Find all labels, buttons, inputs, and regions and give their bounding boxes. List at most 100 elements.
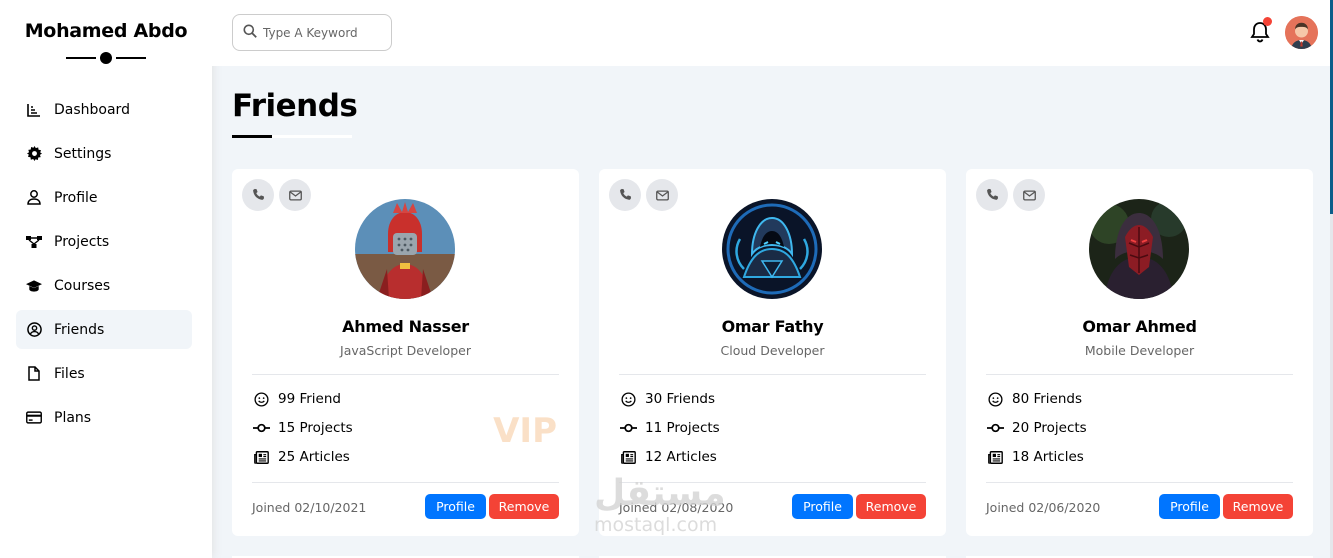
projects-count-label: 15 Projects xyxy=(278,420,353,436)
watermark: مستقل mostaql.com xyxy=(594,476,726,537)
call-button[interactable] xyxy=(242,179,274,211)
divider xyxy=(986,374,1293,375)
sidebar-item-projects[interactable]: Projects xyxy=(16,222,192,261)
friends-count-label: 99 Friend xyxy=(278,391,341,407)
friend-avatar xyxy=(1089,199,1189,299)
diagram-icon xyxy=(26,234,42,250)
friends-count: 80 Friends xyxy=(986,390,1082,408)
sidebar-item-label: Files xyxy=(54,365,85,382)
phone-icon xyxy=(986,186,999,205)
friend-name: Omar Fathy xyxy=(721,317,824,336)
friends-count: 99 Friend xyxy=(252,390,341,408)
friend-card: Omar Ahmed Mobile Developer 80 Friends 2… xyxy=(966,169,1313,536)
envelope-icon xyxy=(288,186,302,205)
friend-role: JavaScript Developer xyxy=(340,343,471,358)
search-box[interactable] xyxy=(232,14,392,51)
watermark-latin: mostaql.com xyxy=(594,514,718,536)
friends-count-label: 30 Friends xyxy=(645,391,716,407)
email-button[interactable] xyxy=(279,179,311,211)
sidebar-nav: Dashboard Settings Profile Projects Cour… xyxy=(0,90,212,437)
articles-count-label: 18 Articles xyxy=(1012,449,1084,465)
friend-name: Omar Ahmed xyxy=(1082,317,1197,336)
code-commit-icon xyxy=(252,419,270,437)
sidebar-item-label: Profile xyxy=(54,189,98,206)
joined-date: Joined 02/10/2021 xyxy=(252,500,367,515)
bell-icon xyxy=(1250,22,1270,47)
projects-count: 20 Projects xyxy=(986,419,1087,437)
articles-count: 25 Articles xyxy=(252,448,350,466)
divider xyxy=(619,374,926,375)
gear-icon xyxy=(26,146,42,162)
search-icon xyxy=(243,23,257,42)
articles-count-label: 25 Articles xyxy=(278,449,350,465)
newspaper-icon xyxy=(619,448,637,466)
file-icon xyxy=(26,366,42,382)
remove-button[interactable]: Remove xyxy=(1223,494,1293,519)
projects-count: 15 Projects xyxy=(252,419,353,437)
phone-icon xyxy=(252,186,265,205)
newspaper-icon xyxy=(986,448,1004,466)
sidebar-item-friends[interactable]: Friends xyxy=(16,310,192,349)
smile-icon xyxy=(619,390,637,408)
projects-count: 11 Projects xyxy=(619,419,720,437)
sidebar-item-dashboard[interactable]: Dashboard xyxy=(16,90,192,129)
chart-icon xyxy=(26,102,42,118)
credit-card-icon xyxy=(26,410,42,426)
profile-button[interactable]: Profile xyxy=(425,494,486,519)
friends-grid: Ahmed Nasser JavaScript Developer 99 Fri… xyxy=(232,169,1313,536)
remove-button[interactable]: Remove xyxy=(489,494,559,519)
brand-decoration xyxy=(66,52,146,64)
sidebar-item-label: Settings xyxy=(54,145,112,162)
title-underline-accent xyxy=(232,135,272,138)
sidebar-item-files[interactable]: Files xyxy=(16,354,192,393)
sidebar-item-label: Plans xyxy=(54,409,92,426)
vip-badge: VIP xyxy=(493,411,557,451)
code-commit-icon xyxy=(619,419,637,437)
divider xyxy=(252,482,559,483)
envelope-icon xyxy=(655,186,669,205)
articles-count-label: 12 Articles xyxy=(645,449,717,465)
search-input[interactable] xyxy=(263,25,383,40)
graduation-cap-icon xyxy=(26,278,42,294)
joined-date: Joined 02/06/2020 xyxy=(986,500,1101,515)
articles-count: 12 Articles xyxy=(619,448,717,466)
friend-avatar xyxy=(722,199,822,299)
divider xyxy=(986,482,1293,483)
notification-badge xyxy=(1263,17,1272,26)
profile-button[interactable]: Profile xyxy=(1159,494,1220,519)
projects-count-label: 20 Projects xyxy=(1012,420,1087,436)
page-title: Friends xyxy=(232,88,358,124)
notifications-button[interactable] xyxy=(1250,17,1272,43)
sidebar-item-courses[interactable]: Courses xyxy=(16,266,192,305)
friend-role: Mobile Developer xyxy=(1084,343,1195,358)
friend-avatar xyxy=(355,199,455,299)
sidebar-item-profile[interactable]: Profile xyxy=(16,178,192,217)
friends-count: 30 Friends xyxy=(619,390,715,408)
phone-icon xyxy=(619,186,632,205)
user-icon xyxy=(26,190,42,206)
friend-role: Cloud Developer xyxy=(720,343,825,358)
email-button[interactable] xyxy=(1013,179,1045,211)
code-commit-icon xyxy=(986,419,1004,437)
smile-icon xyxy=(252,390,270,408)
remove-button[interactable]: Remove xyxy=(856,494,926,519)
call-button[interactable] xyxy=(609,179,641,211)
sidebar-item-settings[interactable]: Settings xyxy=(16,134,192,173)
sidebar-item-plans[interactable]: Plans xyxy=(16,398,192,437)
user-circle-icon xyxy=(26,322,42,338)
profile-button[interactable]: Profile xyxy=(792,494,853,519)
friend-card: Ahmed Nasser JavaScript Developer 99 Fri… xyxy=(232,169,579,536)
brand-title: Mohamed Abdo xyxy=(24,20,188,42)
call-button[interactable] xyxy=(976,179,1008,211)
smile-icon xyxy=(986,390,1004,408)
email-button[interactable] xyxy=(646,179,678,211)
sidebar: Mohamed Abdo Dashboard Settings Profile xyxy=(0,0,212,558)
newspaper-icon xyxy=(252,448,270,466)
sidebar-item-label: Dashboard xyxy=(54,101,130,118)
envelope-icon xyxy=(1022,186,1036,205)
projects-count-label: 11 Projects xyxy=(645,420,720,436)
avatar[interactable] xyxy=(1285,16,1318,49)
sidebar-item-label: Courses xyxy=(54,277,111,294)
divider xyxy=(252,374,559,375)
sidebar-item-label: Projects xyxy=(54,233,110,250)
